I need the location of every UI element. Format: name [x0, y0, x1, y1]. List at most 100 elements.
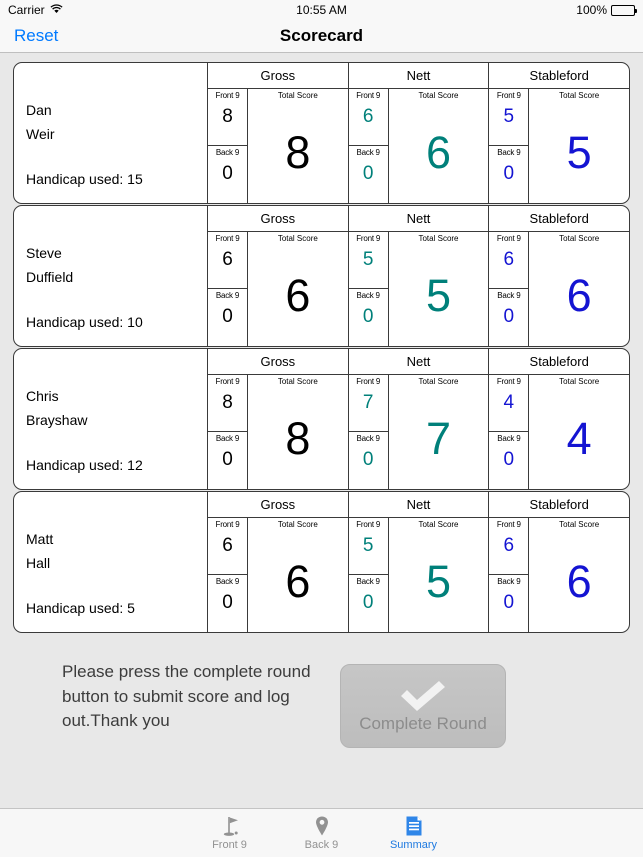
back9-label: Back 9 — [356, 434, 380, 443]
total-value-gross: 6 — [285, 555, 311, 607]
back9-cell-stableford: Back 9 0 — [489, 146, 528, 203]
metric-group-nett: Nett Front 9 6 Back 9 0 Total Score 6 — [348, 63, 490, 203]
tab-label-summary: Summary — [389, 838, 438, 851]
player-info-cell: Dan Weir Handicap used: 15 — [14, 63, 208, 203]
total-cell-nett: Total Score 6 — [389, 89, 489, 203]
front9-cell-stableford: Front 9 6 — [489, 518, 529, 575]
metric-group-stableford: Stableford Front 9 4 Back 9 0 Total Scor… — [489, 349, 629, 489]
halves-column-nett: Front 9 6 Back 9 0 — [348, 89, 389, 203]
metric-group-nett: Nett Front 9 5 Back 9 0 Total Score 5 — [348, 492, 490, 632]
front9-cell-nett: Front 9 6 — [348, 89, 388, 146]
back9-value-nett: 0 — [362, 163, 374, 185]
scorecard-list: Dan Weir Handicap used: 15 Gross Front 9… — [0, 53, 643, 633]
front9-cell-nett: Front 9 5 — [348, 232, 388, 289]
wifi-icon — [50, 3, 63, 17]
back9-value-nett: 0 — [362, 306, 374, 328]
tab-back-9[interactable]: Back 9 — [276, 809, 368, 857]
player-info-cell: Steve Duffield Handicap used: 10 — [14, 206, 208, 346]
tab-summary[interactable]: Summary — [368, 809, 460, 857]
back9-label: Back 9 — [356, 577, 380, 586]
front9-value-stableford: 6 — [503, 249, 515, 271]
total-value-nett: 5 — [425, 269, 452, 321]
front9-label: Front 9 — [356, 234, 381, 243]
player-handicap: Handicap used: 12 — [26, 457, 143, 473]
reset-button[interactable]: Reset — [14, 26, 58, 46]
metric-title-nett: Nett — [348, 206, 489, 232]
front9-cell-stableford: Front 9 4 — [489, 375, 529, 432]
total-score-label: Total Score — [277, 234, 318, 243]
scorecard-row[interactable]: Chris Brayshaw Handicap used: 12 Gross F… — [13, 348, 630, 490]
tab-label-front-9: Front 9 — [212, 838, 247, 851]
scorecard-row[interactable]: Steve Duffield Handicap used: 10 Gross F… — [13, 205, 630, 347]
metric-group-gross: Gross Front 9 6 Back 9 0 Total Score 6 — [208, 492, 349, 632]
back9-label: Back 9 — [356, 148, 380, 157]
front9-value-nett: 5 — [362, 535, 374, 557]
navigation-bar: Reset Scorecard — [0, 20, 643, 53]
back9-cell-nett: Back 9 0 — [349, 146, 388, 203]
back9-cell-nett: Back 9 0 — [349, 432, 388, 489]
metric-title-nett: Nett — [348, 63, 489, 89]
total-score-label: Total Score — [418, 234, 459, 243]
total-score-label: Total Score — [559, 91, 600, 100]
front9-label: Front 9 — [215, 377, 240, 386]
checkmark-icon — [397, 678, 449, 712]
back9-label: Back 9 — [215, 148, 240, 157]
halves-column-gross: Front 9 8 Back 9 0 — [208, 375, 248, 489]
halves-column-gross: Front 9 6 Back 9 0 — [208, 232, 248, 346]
total-value-stableford: 4 — [566, 412, 592, 464]
total-value-gross: 8 — [285, 126, 311, 178]
player-handicap: Handicap used: 15 — [26, 171, 143, 187]
battery-full-icon — [611, 4, 637, 16]
scorecard-row[interactable]: Dan Weir Handicap used: 15 Gross Front 9… — [13, 62, 630, 204]
total-value-gross: 8 — [285, 412, 311, 464]
metric-group-stableford: Stableford Front 9 6 Back 9 0 Total Scor… — [489, 206, 629, 346]
halves-column-stableford: Front 9 5 Back 9 0 — [489, 89, 530, 203]
back9-cell-nett: Back 9 0 — [349, 575, 388, 632]
footer-area: Please press the complete round button t… — [0, 634, 643, 748]
front9-label: Front 9 — [496, 234, 521, 243]
instruction-message: Please press the complete round button t… — [62, 662, 311, 731]
metric-group-gross: Gross Front 9 8 Back 9 0 Total Score 8 — [208, 63, 349, 203]
player-info-cell: Matt Hall Handicap used: 5 — [14, 492, 208, 632]
total-score-label: Total Score — [418, 520, 459, 529]
back9-cell-stableford: Back 9 0 — [489, 575, 528, 632]
front9-value-nett: 6 — [362, 106, 374, 128]
front9-label: Front 9 — [215, 234, 240, 243]
halves-column-gross: Front 9 6 Back 9 0 — [208, 518, 248, 632]
total-score-label: Total Score — [418, 91, 459, 100]
metric-title-gross: Gross — [208, 349, 348, 375]
total-cell-stableford: Total Score 4 — [529, 375, 629, 489]
front9-label: Front 9 — [496, 520, 521, 529]
metric-group-stableford: Stableford Front 9 5 Back 9 0 Total Scor… — [489, 63, 629, 203]
back9-value-gross: 0 — [222, 306, 233, 328]
halves-column-nett: Front 9 7 Back 9 0 — [348, 375, 389, 489]
back9-label: Back 9 — [215, 434, 240, 443]
player-first-name: Chris — [26, 388, 59, 404]
total-score-label: Total Score — [277, 520, 318, 529]
total-cell-stableford: Total Score 5 — [529, 89, 629, 203]
back9-label: Back 9 — [497, 577, 521, 586]
metric-group-nett: Nett Front 9 7 Back 9 0 Total Score 7 — [348, 349, 490, 489]
metric-group-gross: Gross Front 9 8 Back 9 0 Total Score 8 — [208, 349, 349, 489]
total-score-label: Total Score — [559, 234, 600, 243]
total-cell-nett: Total Score 5 — [389, 518, 489, 632]
complete-round-button[interactable]: Complete Round — [340, 664, 506, 748]
halves-column-gross: Front 9 8 Back 9 0 — [208, 89, 248, 203]
total-cell-stableford: Total Score 6 — [529, 232, 629, 346]
back9-value-gross: 0 — [222, 592, 233, 614]
metric-group-gross: Gross Front 9 6 Back 9 0 Total Score 6 — [208, 206, 349, 346]
front9-value-gross: 8 — [222, 392, 233, 414]
total-score-label: Total Score — [277, 91, 318, 100]
tab-front-9[interactable]: Front 9 — [184, 809, 276, 857]
total-cell-gross: Total Score 8 — [248, 89, 348, 203]
front9-cell-stableford: Front 9 6 — [489, 232, 529, 289]
back9-value-nett: 0 — [362, 449, 374, 471]
scorecard-row[interactable]: Matt Hall Handicap used: 5 Gross Front 9… — [13, 491, 630, 633]
total-cell-gross: Total Score 6 — [248, 232, 348, 346]
front9-value-stableford: 6 — [503, 535, 515, 557]
front9-label: Front 9 — [356, 377, 381, 386]
total-value-gross: 6 — [285, 269, 311, 321]
metric-title-stableford: Stableford — [489, 349, 629, 375]
total-cell-gross: Total Score 8 — [248, 375, 348, 489]
back9-value-nett: 0 — [362, 592, 374, 614]
